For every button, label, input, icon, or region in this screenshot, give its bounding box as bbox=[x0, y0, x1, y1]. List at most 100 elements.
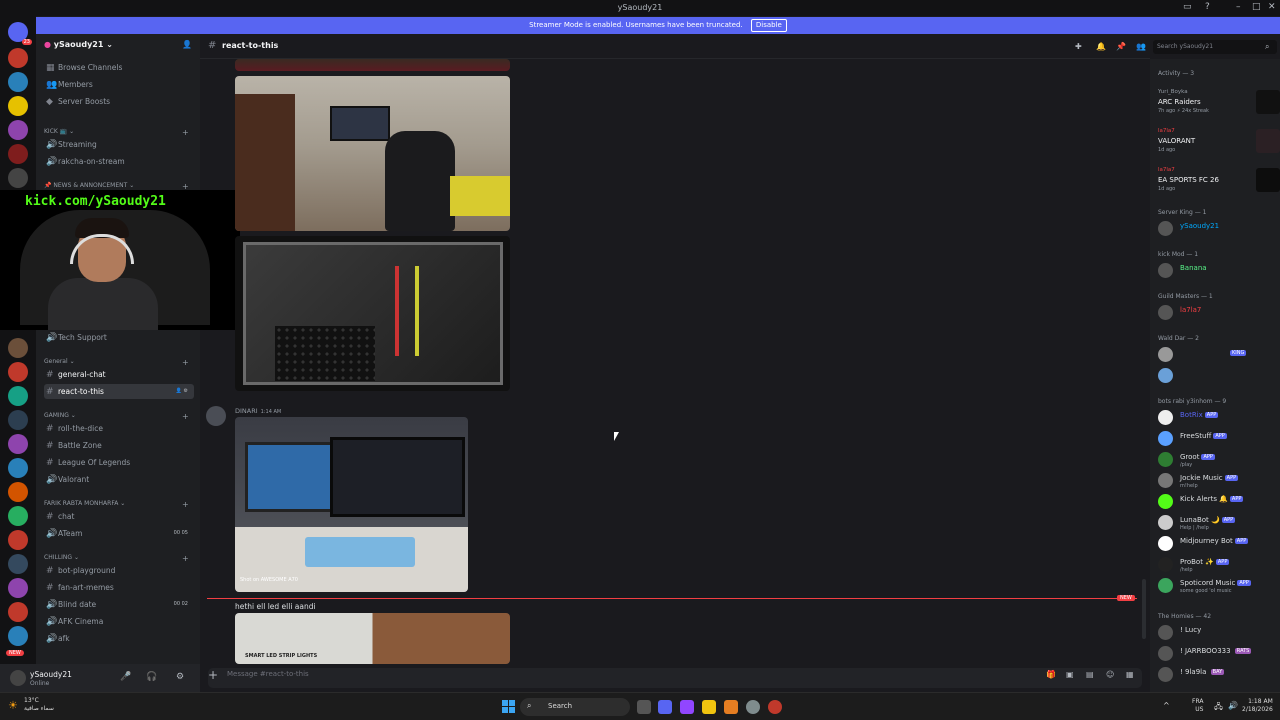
server-icon[interactable] bbox=[8, 96, 28, 116]
server-icon[interactable] bbox=[8, 434, 28, 454]
server-icon[interactable] bbox=[8, 530, 28, 550]
message-image-room[interactable] bbox=[235, 76, 510, 231]
member-item[interactable]: FreeStuff APP bbox=[1158, 430, 1278, 448]
channel-league-of-legends[interactable]: # League Of Legends bbox=[44, 455, 194, 470]
maximize-icon[interactable]: □ bbox=[1252, 2, 1261, 12]
message-image-led-box[interactable]: SMART LED STRIP LIGHTS bbox=[235, 613, 510, 664]
message-image-pc-case[interactable] bbox=[235, 236, 510, 391]
activity-card[interactable]: la7la7 EA SPORTS FC 26 1d ago bbox=[1158, 167, 1280, 195]
file-explorer-icon[interactable] bbox=[702, 700, 716, 714]
attach-plus-icon[interactable]: + bbox=[208, 668, 218, 682]
disable-streamer-mode-button[interactable]: Disable bbox=[750, 19, 787, 32]
chrome-icon[interactable] bbox=[746, 700, 760, 714]
guild-name-button[interactable]: ● ySaoudy21 ⌄ bbox=[44, 40, 113, 49]
member-item[interactable]: Jockie Music APP m!help bbox=[1158, 472, 1278, 490]
channel-streaming[interactable]: 🔊Streaming bbox=[44, 137, 194, 152]
member-item[interactable]: Midjourney Bot APP bbox=[1158, 535, 1278, 553]
category-farik[interactable]: FARIK RABTA MONHARFA ⌄ + bbox=[44, 500, 189, 509]
streaming-app-icon[interactable] bbox=[680, 700, 694, 714]
server-icon[interactable] bbox=[8, 120, 28, 140]
channel-afk[interactable]: 🔊afk bbox=[44, 631, 194, 646]
message-author[interactable]: DINARI 1:14 AM bbox=[235, 407, 281, 415]
category-chilling[interactable]: CHILLING ⌄ + bbox=[44, 554, 189, 563]
category-general[interactable]: General ⌄ + bbox=[44, 358, 189, 367]
channel-ateam[interactable]: 🔊ATeam 00 05 bbox=[44, 526, 194, 541]
member-item[interactable]: KING bbox=[1158, 346, 1278, 364]
channel-bot-playground[interactable]: # bot-playground bbox=[44, 563, 194, 578]
task-view-icon[interactable] bbox=[637, 700, 651, 714]
member-item[interactable]: la7la7 bbox=[1158, 304, 1278, 322]
activity-card[interactable]: la7la7 VALORANT 1d ago bbox=[1158, 128, 1280, 156]
server-icon[interactable] bbox=[8, 362, 28, 382]
pin-icon[interactable]: 📌 bbox=[1116, 42, 1126, 51]
message-image-desk-setup[interactable]: Shot on AWESOME A70 bbox=[235, 417, 468, 592]
volume-icon[interactable]: 🔊 bbox=[1228, 701, 1238, 710]
server-icon[interactable] bbox=[8, 48, 28, 68]
invite-icon[interactable]: 👤 bbox=[182, 40, 192, 49]
server-icon[interactable] bbox=[8, 482, 28, 502]
server-icon[interactable] bbox=[8, 72, 28, 92]
user-avatar[interactable] bbox=[10, 670, 26, 686]
start-windows-icon[interactable] bbox=[502, 700, 516, 714]
emoji-icon[interactable]: ☺ bbox=[1106, 670, 1114, 679]
channel-chat[interactable]: # chat bbox=[44, 509, 194, 524]
channel-blind-date[interactable]: 🔊Blind date 00 02 bbox=[44, 597, 194, 612]
member-item[interactable]: Groot APP/play bbox=[1158, 451, 1278, 469]
weather-widget[interactable]: 13°C سماء صافية bbox=[24, 697, 54, 713]
microphone-icon[interactable]: 🎤 bbox=[120, 672, 131, 682]
member-list-icon[interactable]: 👥 bbox=[1136, 42, 1146, 51]
server-icon[interactable] bbox=[8, 168, 28, 188]
discord-app-icon[interactable] bbox=[658, 700, 672, 714]
browse-channels[interactable]: ▦ Browse Channels bbox=[44, 60, 194, 75]
member-item[interactable]: Banana bbox=[1158, 262, 1278, 280]
scrollbar-thumb[interactable] bbox=[1142, 579, 1146, 639]
server-icon[interactable] bbox=[8, 144, 28, 164]
settings-gear-icon[interactable]: ⚙ bbox=[176, 672, 184, 682]
apps-icon[interactable]: ▦ bbox=[1126, 670, 1134, 679]
network-icon[interactable]: 🖧 bbox=[1214, 701, 1223, 715]
member-item[interactable]: BotRix APP bbox=[1158, 409, 1278, 427]
author-avatar[interactable] bbox=[206, 406, 226, 426]
server-icon[interactable] bbox=[8, 410, 28, 430]
server-icon[interactable] bbox=[8, 458, 28, 478]
channel-battle-zone[interactable]: # Battle Zone bbox=[44, 438, 194, 453]
server-icon[interactable] bbox=[8, 506, 28, 526]
channel-settings-icon[interactable]: 👤 ⚙ bbox=[176, 384, 188, 399]
category-gaming[interactable]: GAMING ⌄ + bbox=[44, 412, 189, 421]
home-icon[interactable]: 23 bbox=[8, 22, 32, 45]
member-item[interactable]: ySaoudy21 bbox=[1158, 220, 1278, 238]
message-input[interactable] bbox=[208, 668, 1142, 688]
member-item[interactable] bbox=[1158, 367, 1278, 385]
message-image[interactable] bbox=[235, 59, 510, 71]
server-icon[interactable] bbox=[8, 602, 28, 622]
channel-roll-the-dice[interactable]: # roll-the-dice bbox=[44, 421, 194, 436]
opera-icon[interactable] bbox=[768, 700, 782, 714]
channel-tech-support[interactable]: 🔊Tech Support bbox=[44, 330, 194, 345]
inbox-icon[interactable]: ▭ bbox=[1183, 2, 1192, 12]
member-item[interactable]: Spoticord Music APP some good 'ol music bbox=[1158, 577, 1278, 595]
channel-react-to-this[interactable]: # react-to-this 👤 ⚙ bbox=[44, 384, 194, 399]
gif-icon[interactable]: ▣ bbox=[1066, 670, 1074, 679]
category-kick[interactable]: KICK 📺 ⌄ + bbox=[44, 128, 189, 137]
notification-bell-icon[interactable]: 🔔 bbox=[1096, 42, 1106, 51]
channel-valorant[interactable]: 🔊Valorant bbox=[44, 472, 194, 487]
member-item[interactable]: ! Lucy bbox=[1158, 624, 1278, 642]
language-indicator[interactable]: FRA US bbox=[1192, 698, 1203, 714]
channel-fan-art-memes[interactable]: # fan-art-memes bbox=[44, 580, 194, 595]
member-item[interactable]: ! 9la9la BAY bbox=[1158, 666, 1278, 684]
minimize-icon[interactable]: – bbox=[1236, 2, 1241, 12]
members-link[interactable]: 👥Members bbox=[44, 77, 194, 92]
tray-chevron-icon[interactable]: ^ bbox=[1163, 701, 1170, 710]
help-icon[interactable]: ? bbox=[1205, 2, 1210, 12]
channel-rakcha[interactable]: 🔊rakcha-on-stream bbox=[44, 154, 194, 169]
message-list[interactable]: DINARI 1:14 AM Shot on AWESOME A70 NEW he… bbox=[200, 59, 1150, 664]
member-item[interactable]: ! JARRBOO333 RATS bbox=[1158, 645, 1278, 663]
taskbar-search[interactable]: Search bbox=[520, 698, 630, 716]
server-icon[interactable] bbox=[8, 386, 28, 406]
channel-general-chat[interactable]: # general-chat bbox=[44, 367, 194, 382]
clock[interactable]: 1:18 AM 2/18/2026 bbox=[1242, 698, 1273, 714]
server-icon[interactable] bbox=[8, 338, 28, 358]
category-news[interactable]: 📌 NEWS & ANNONCEMENT ⌄ + bbox=[44, 182, 189, 191]
close-icon[interactable]: ✕ bbox=[1268, 2, 1276, 12]
channel-afk-cinema[interactable]: 🔊AFK Cinema bbox=[44, 614, 194, 629]
